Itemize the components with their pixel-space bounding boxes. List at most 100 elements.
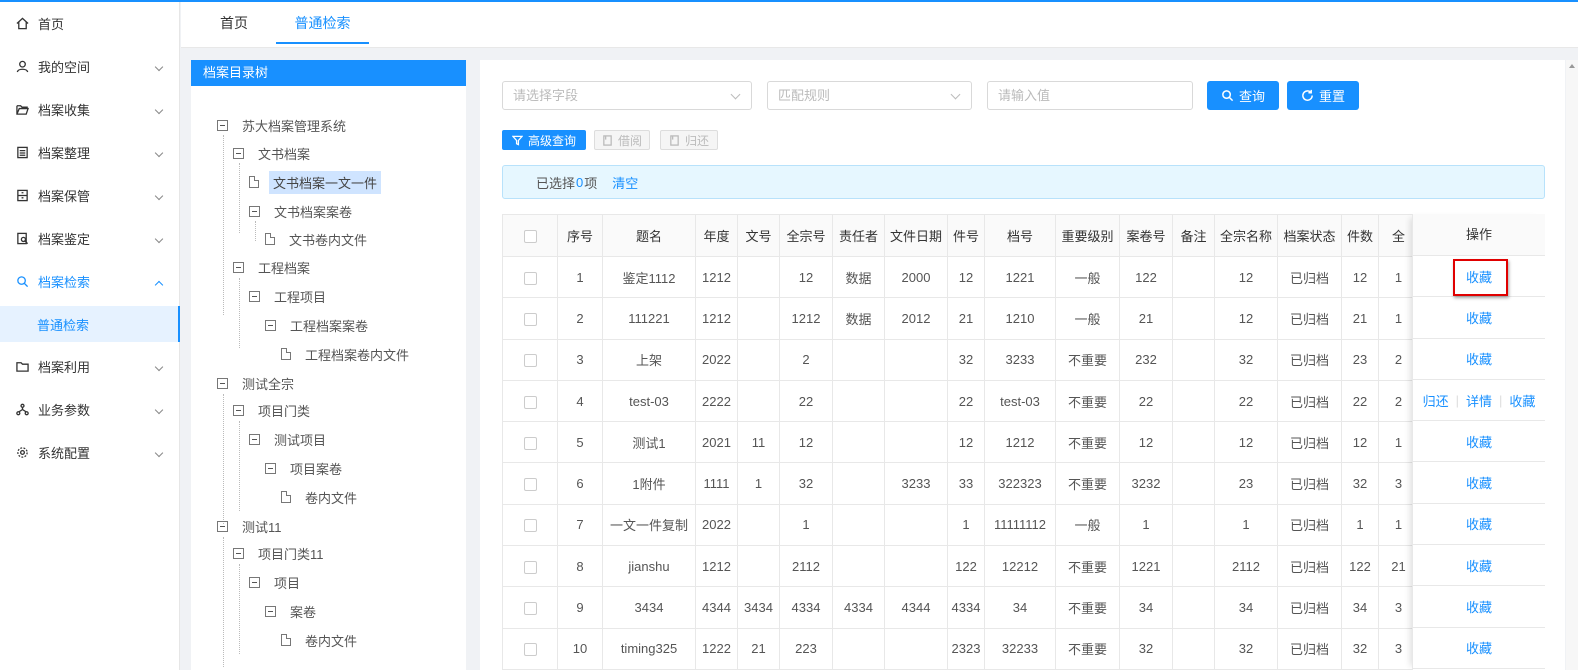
sidebar-item-utilization[interactable]: 档案利用 bbox=[0, 345, 180, 388]
row-select-cell[interactable] bbox=[502, 338, 558, 381]
sidebar-item-appraisal[interactable]: 档案鉴定 bbox=[0, 217, 180, 260]
borrow-button[interactable]: 借阅 bbox=[594, 130, 650, 150]
tree-node[interactable]: 卷内文件 bbox=[281, 629, 361, 651]
row-select-cell[interactable] bbox=[502, 627, 558, 670]
collapse-toggle-icon[interactable] bbox=[265, 319, 276, 331]
row-checkbox[interactable] bbox=[523, 643, 537, 657]
ops-link[interactable]: 详情 bbox=[1466, 391, 1492, 410]
clear-selection-link[interactable]: 清空 bbox=[612, 173, 638, 192]
tree-node[interactable]: 项目门类 bbox=[233, 399, 314, 421]
table-row[interactable]: 5 测试1 2021 11 12 12 1212 不重要 12 12 已归档 12 1 bbox=[502, 421, 1419, 464]
tree-node[interactable]: 工程档案案卷 bbox=[265, 314, 372, 336]
table-row[interactable]: 6 1附件 1111 1 32 3233 33 322323 不重要 3232 23 已归档 32 3 bbox=[502, 462, 1419, 505]
sidebar-item-collection[interactable]: 档案收集 bbox=[0, 88, 180, 131]
row-checkbox[interactable] bbox=[523, 354, 537, 368]
reset-button[interactable]: 重置 bbox=[1287, 81, 1359, 110]
tree-node[interactable]: 苏大档案管理系统 bbox=[217, 114, 350, 136]
table-row[interactable]: 4 test-03 2222 22 22 test-03 不重要 22 22 已归档 22 2 bbox=[502, 379, 1419, 423]
row-select-cell[interactable] bbox=[502, 586, 558, 629]
sidebar-item-system-config[interactable]: 系统配置 bbox=[0, 431, 180, 474]
tab-normal-search[interactable]: 普通检索 bbox=[276, 2, 369, 44]
row-select-cell[interactable] bbox=[502, 503, 558, 547]
ops-link[interactable]: 收藏 bbox=[1466, 514, 1492, 533]
sidebar-item-home[interactable]: 首页 bbox=[0, 2, 180, 45]
query-button[interactable]: 查询 bbox=[1207, 81, 1279, 110]
advanced-query-button[interactable]: 高级查询 bbox=[502, 130, 586, 150]
tree-node[interactable]: 文书档案案卷 bbox=[249, 200, 356, 222]
tree-node[interactable]: 测试11 bbox=[217, 515, 286, 537]
tree-node[interactable]: 工程档案 bbox=[233, 256, 314, 278]
tree-node[interactable]: 测试全宗 bbox=[217, 372, 298, 394]
scroll-up-arrow-icon[interactable] bbox=[1569, 64, 1575, 68]
tree-node[interactable]: 案卷 bbox=[265, 600, 320, 622]
row-checkbox[interactable] bbox=[523, 602, 537, 616]
tree-node[interactable]: 项目门类11 bbox=[233, 542, 328, 564]
row-select-cell[interactable] bbox=[502, 255, 558, 299]
tree-node-selected[interactable]: 文书档案一文一件 bbox=[249, 170, 382, 194]
tree-node[interactable]: 项目 bbox=[249, 571, 304, 593]
collapse-toggle-icon[interactable] bbox=[217, 119, 228, 131]
table-row[interactable]: 8 jianshu 1212 2112 122 12212 不重要 1221 2112 已归档 12… bbox=[502, 545, 1419, 588]
collapse-toggle-icon[interactable] bbox=[249, 433, 260, 445]
row-checkbox[interactable] bbox=[523, 478, 537, 492]
row-select-cell[interactable] bbox=[502, 421, 558, 464]
table-row[interactable]: 3 上架 2022 2 32 3233 不重要 232 32 已归档 23 2 bbox=[502, 338, 1419, 381]
page-scrollbar[interactable] bbox=[1566, 60, 1578, 670]
sidebar-item-storage[interactable]: 档案保管 bbox=[0, 174, 180, 217]
tab-home[interactable]: 首页 bbox=[219, 2, 249, 44]
tree-node[interactable]: 工程项目 bbox=[249, 285, 330, 307]
tree-node[interactable]: 测试项目 bbox=[249, 428, 330, 450]
ops-link[interactable]: 收藏 bbox=[1466, 432, 1492, 451]
collapse-toggle-icon[interactable] bbox=[233, 261, 244, 273]
return-button[interactable]: 归还 bbox=[660, 130, 718, 150]
sidebar-item-organize[interactable]: 档案整理 bbox=[0, 131, 180, 174]
table-row[interactable]: 7 一文一件复制 2022 1 1 11111112 一般 1 1 已归档 1 1 bbox=[502, 503, 1419, 547]
field-select[interactable]: 请选择字段 bbox=[502, 81, 752, 110]
tree-node[interactable]: 项目案卷 bbox=[265, 457, 346, 479]
ops-link[interactable]: 收藏 bbox=[1466, 597, 1492, 616]
collapse-toggle-icon[interactable] bbox=[265, 605, 276, 617]
select-all-checkbox[interactable] bbox=[523, 230, 537, 244]
ops-link[interactable]: 收藏 bbox=[1466, 267, 1492, 286]
ops-link[interactable]: 收藏 bbox=[1466, 473, 1492, 492]
row-checkbox[interactable] bbox=[523, 560, 537, 574]
sidebar-subitem-normal-search[interactable]: 普通检索 bbox=[0, 306, 180, 342]
collapse-toggle-icon[interactable] bbox=[233, 147, 244, 159]
collapse-toggle-icon[interactable] bbox=[233, 547, 244, 559]
ops-link[interactable]: 收藏 bbox=[1509, 391, 1535, 410]
row-checkbox[interactable] bbox=[523, 271, 537, 285]
collapse-toggle-icon[interactable] bbox=[249, 205, 260, 217]
collapse-toggle-icon[interactable] bbox=[265, 462, 276, 474]
collapse-toggle-icon[interactable] bbox=[249, 290, 260, 302]
row-checkbox[interactable] bbox=[523, 395, 537, 409]
table-row[interactable]: 2 111221 1212 1212 数据 2012 21 1210 一般 21 12 已归档 21 1 bbox=[502, 297, 1419, 340]
table-row[interactable]: 10 timing325 1222 21 223 2323 32233 不重要 32 32 已归档 3… bbox=[502, 627, 1419, 670]
collapse-toggle-icon[interactable] bbox=[217, 377, 228, 389]
sidebar-item-retrieval[interactable]: 档案检索 bbox=[0, 260, 180, 303]
ops-link[interactable]: 收藏 bbox=[1466, 638, 1492, 657]
tree-node[interactable]: 工程档案卷内文件 bbox=[281, 343, 413, 365]
table-row[interactable]: 1 鉴定1112 1212 12 数据 2000 12 1221 一般 122 12 已归档 12 1 bbox=[502, 255, 1419, 299]
row-select-cell[interactable] bbox=[502, 297, 558, 340]
row-checkbox[interactable] bbox=[523, 519, 537, 533]
tree-node[interactable]: 卷内文件 bbox=[281, 486, 361, 508]
row-checkbox[interactable] bbox=[523, 312, 537, 326]
match-rule-select[interactable]: 匹配规则 bbox=[767, 81, 972, 110]
tree-node[interactable]: 文书档案 bbox=[233, 142, 314, 164]
header-select-all[interactable] bbox=[502, 214, 558, 257]
row-select-cell[interactable] bbox=[502, 462, 558, 505]
sidebar-item-business-params[interactable]: 业务参数 bbox=[0, 388, 180, 431]
ops-link[interactable]: 收藏 bbox=[1466, 308, 1492, 327]
row-select-cell[interactable] bbox=[502, 545, 558, 588]
row-checkbox[interactable] bbox=[523, 436, 537, 450]
row-select-cell[interactable] bbox=[502, 379, 558, 423]
ops-link[interactable]: 收藏 bbox=[1466, 349, 1492, 368]
table-row[interactable]: 9 3434 4344 3434 4334 4334 4344 4334 34 不重要 34 34 已归… bbox=[502, 586, 1419, 629]
tree-node[interactable]: 文书卷内文件 bbox=[265, 228, 371, 250]
sidebar-item-my-space[interactable]: 我的空间 bbox=[0, 45, 180, 88]
collapse-toggle-icon[interactable] bbox=[233, 404, 244, 416]
ops-link[interactable]: 归还 bbox=[1423, 391, 1449, 410]
collapse-toggle-icon[interactable] bbox=[249, 576, 260, 588]
value-input[interactable]: 请输入值 bbox=[987, 81, 1193, 110]
ops-link[interactable]: 收藏 bbox=[1466, 556, 1492, 575]
